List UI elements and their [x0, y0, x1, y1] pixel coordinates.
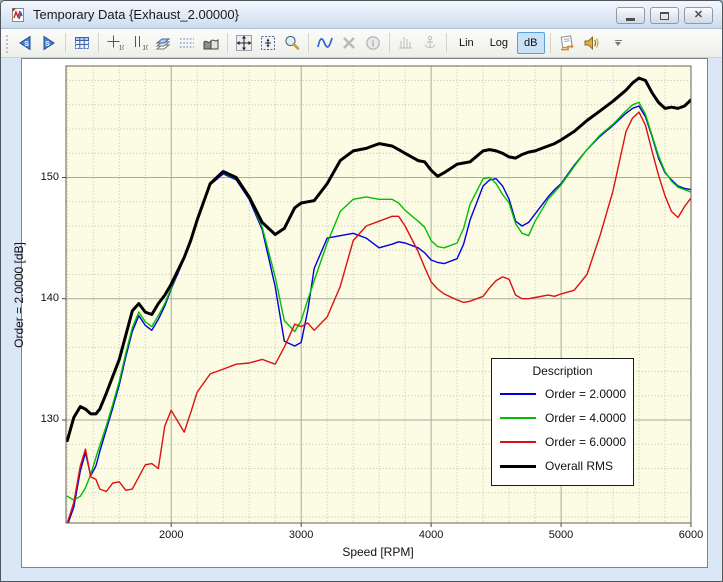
minimize-button[interactable]: [616, 7, 645, 24]
double-cursor-icon: 10: [130, 34, 148, 52]
toolbar-grip[interactable]: [4, 33, 10, 53]
svg-text:i: i: [372, 38, 375, 48]
delete-x-icon: [340, 34, 358, 52]
crosshair-cursor-icon: 10: [106, 34, 124, 52]
info-icon: i: [364, 34, 382, 52]
next-block-button[interactable]: S: [38, 32, 60, 54]
legend-entry-label: Overall RMS: [545, 459, 613, 473]
layers-icon: [154, 34, 172, 52]
legend-entry: Order = 4.0000: [500, 406, 625, 430]
close-icon: ✕: [694, 10, 703, 21]
double-cursor-button[interactable]: 10: [128, 32, 150, 54]
x-tick-label: 4000: [409, 529, 453, 541]
close-button[interactable]: ✕: [684, 7, 713, 24]
linear-scale-button[interactable]: Lin: [452, 32, 481, 54]
magnifier-icon: [283, 34, 301, 52]
legend-entry: Order = 2.0000: [500, 382, 625, 406]
chevron-down-icon: [615, 42, 621, 46]
window-title: Temporary Data {Exhaust_2.00000}: [33, 7, 239, 22]
y-tick-label: 140: [21, 292, 59, 304]
export-icon: [558, 34, 576, 52]
legend-entry-label: Order = 4.0000: [545, 411, 626, 425]
zoom-extents-button[interactable]: [233, 32, 255, 54]
legend-title: Description: [500, 362, 625, 382]
x-axis-title: Speed [RPM]: [278, 545, 478, 559]
zoom-extents-icon: [235, 34, 253, 52]
restore-button[interactable]: [650, 7, 679, 24]
peaks-icon: [397, 34, 415, 52]
chart-client-area[interactable]: [21, 58, 708, 568]
zoom-window-button[interactable]: [257, 32, 279, 54]
waterfall-chart-icon: [202, 34, 220, 52]
svg-text:S: S: [24, 41, 29, 48]
info-button: i: [362, 32, 384, 54]
peak-cursor-button: [395, 32, 417, 54]
legend-line-sample: [500, 441, 536, 443]
title-bar[interactable]: Temporary Data {Exhaust_2.00000} ✕: [1, 1, 722, 29]
y-tick-label: 130: [21, 413, 59, 425]
legend-entry: Overall RMS: [500, 454, 625, 478]
y-tick-label: 150: [21, 171, 59, 183]
previous-block-button[interactable]: S: [14, 32, 36, 54]
toolbar-separator: [65, 33, 66, 53]
toolbar-separator: [227, 33, 228, 53]
x-tick-label: 5000: [539, 529, 583, 541]
harmonic-cursor-button: [419, 32, 441, 54]
toolbar-overflow-button[interactable]: [613, 40, 624, 46]
export-button[interactable]: [556, 32, 578, 54]
toolbar-separator: [98, 33, 99, 53]
app-chart-icon[interactable]: [10, 7, 26, 23]
single-cursor-button[interactable]: 10: [104, 32, 126, 54]
application-window: Temporary Data {Exhaust_2.00000} ✕ S S 10 1…: [0, 0, 723, 582]
log-scale-button[interactable]: Log: [483, 32, 515, 54]
dotted-rows-icon: [178, 34, 196, 52]
x-tick-label: 3000: [279, 529, 323, 541]
datasheet-icon: [73, 34, 91, 52]
delete-trace-button: [338, 32, 360, 54]
prev-s-icon: S: [16, 34, 34, 52]
data-grid-button[interactable]: [71, 32, 93, 54]
legend-line-sample: [500, 465, 536, 468]
overflow-bar-icon: [615, 40, 622, 41]
speaker-icon: [582, 34, 600, 52]
legend-entry-label: Order = 2.0000: [545, 387, 626, 401]
curve-fit-button[interactable]: [314, 32, 336, 54]
next-s-icon: S: [40, 34, 58, 52]
toolbar-separator: [308, 33, 309, 53]
svg-text:10: 10: [119, 46, 124, 52]
restore-icon: [660, 12, 669, 20]
play-sound-button[interactable]: [580, 32, 602, 54]
legend-line-sample: [500, 417, 536, 419]
zoom-window-icon: [259, 34, 277, 52]
overlay-traces-button[interactable]: [152, 32, 174, 54]
legend-entry-label: Order = 6.0000: [545, 435, 626, 449]
wave-icon: [316, 34, 334, 52]
legend-line-sample: [500, 393, 536, 395]
toolbar: S S 10 10 i LinLogdB: [1, 29, 722, 58]
toolbar-separator: [446, 33, 447, 53]
zoom-button[interactable]: [281, 32, 303, 54]
svg-text:10: 10: [143, 46, 149, 52]
db-scale-button[interactable]: dB: [517, 32, 544, 54]
legend: Description Order = 2.0000 Order = 4.0000…: [491, 358, 634, 486]
toolbar-separator: [389, 33, 390, 53]
svg-text:S: S: [45, 41, 50, 48]
x-tick-label: 6000: [669, 529, 713, 541]
minimize-icon: [626, 18, 635, 21]
waterfall-display-button[interactable]: [200, 32, 222, 54]
legend-entry: Order = 6.0000: [500, 430, 625, 454]
toolbar-separator: [550, 33, 551, 53]
x-tick-label: 2000: [149, 529, 193, 541]
anchor-icon: [421, 34, 439, 52]
grid-lines-button[interactable]: [176, 32, 198, 54]
